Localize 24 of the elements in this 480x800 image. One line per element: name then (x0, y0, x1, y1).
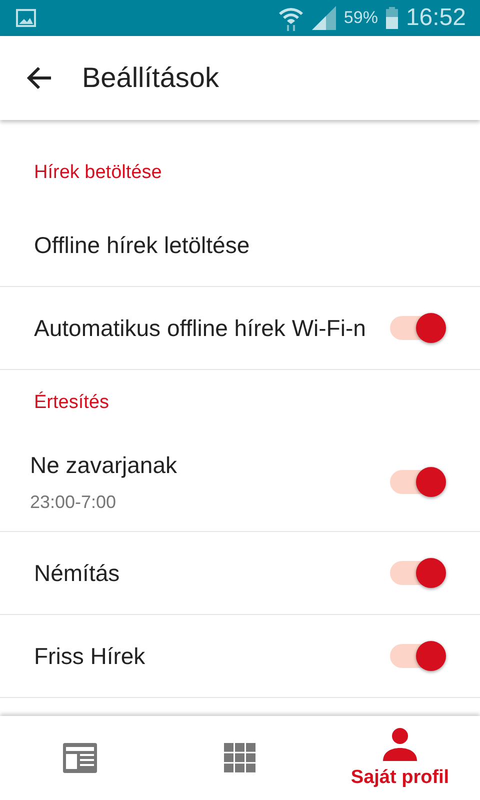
signal-icon (312, 6, 336, 30)
toggle-switch[interactable] (390, 316, 446, 340)
person-icon (382, 727, 418, 763)
setting-label[interactable]: Friss Hírek (34, 641, 366, 671)
toggle-switch[interactable] (390, 470, 446, 494)
setting-subtitle: 23:00-7:00 (30, 492, 118, 513)
toggle-switch[interactable] (390, 561, 446, 585)
toggle-switch[interactable] (390, 644, 446, 668)
battery-percent: 59% (344, 8, 378, 28)
screen-title: Beállítások (82, 62, 219, 94)
newspaper-icon (63, 743, 97, 773)
nav-tab[interactable]: Saját profil (320, 716, 480, 800)
setting-label[interactable]: Automatikus offline hírek Wi-Fi-n (34, 313, 366, 343)
back-arrow-icon[interactable] (26, 66, 52, 90)
section-header: Értesítés (33, 390, 110, 415)
image-icon (16, 9, 36, 27)
battery-icon (386, 7, 398, 29)
wifi-icon (278, 5, 304, 31)
setting-label[interactable]: Ne zavarjanak (30, 450, 365, 480)
clock: 16:52 (406, 4, 466, 32)
setting-label[interactable]: Offline hírek letöltése (34, 230, 369, 260)
section-header: Hírek betöltése (33, 161, 163, 185)
setting-label[interactable]: Némítás (34, 558, 366, 588)
grid-icon (224, 743, 256, 773)
